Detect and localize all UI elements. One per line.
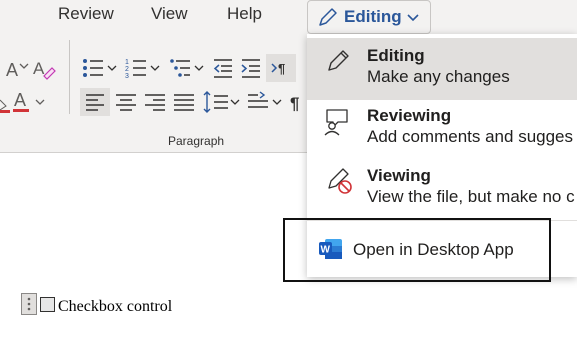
left-to-right-icon: ¶ xyxy=(271,61,285,76)
shrink-font-icon[interactable]: A xyxy=(4,58,30,80)
bullets-icon[interactable] xyxy=(80,55,120,81)
menu-item-title: Editing xyxy=(367,46,425,65)
justify-icon[interactable] xyxy=(172,88,196,116)
ribbon-group-divider xyxy=(69,40,70,114)
tab-view[interactable]: View xyxy=(151,4,188,24)
menu-item-description: Make any changes xyxy=(367,67,510,86)
menu-item-description: View the file, but make no c xyxy=(367,187,575,206)
ribbon-tab-bar: Review View Help xyxy=(0,0,577,34)
menu-item-reviewing[interactable]: Reviewing Add comments and sugges xyxy=(307,98,577,160)
viewing-icon xyxy=(328,168,352,194)
ltr-direction-button[interactable]: ¶ xyxy=(266,54,296,82)
svg-text:¶: ¶ xyxy=(278,61,285,76)
align-left-icon xyxy=(86,94,104,111)
numbering-icon[interactable]: 1 2 3 xyxy=(124,55,164,81)
align-right-icon[interactable] xyxy=(143,88,167,116)
highlight-color-icon[interactable] xyxy=(0,92,10,114)
paragraph-group-label: Paragraph xyxy=(168,134,225,148)
multilevel-list-icon[interactable] xyxy=(168,55,208,81)
highlight-annotation-box xyxy=(283,218,551,282)
content-control-handle[interactable] xyxy=(21,293,37,315)
font-color-icon[interactable]: A xyxy=(12,88,56,116)
show-paragraph-marks-icon[interactable]: ¶ xyxy=(289,90,305,114)
menu-item-editing[interactable]: Editing Make any changes xyxy=(307,38,577,100)
menu-item-description: Add comments and sugges xyxy=(367,127,574,146)
checkbox-control[interactable] xyxy=(40,297,55,312)
reviewing-icon xyxy=(324,109,348,136)
align-left-button[interactable] xyxy=(80,88,110,116)
chevron-down-icon xyxy=(407,14,419,22)
svg-text:1: 1 xyxy=(125,59,129,66)
checkbox-control-label: Checkbox control xyxy=(58,298,173,315)
pencil-icon xyxy=(328,50,349,71)
editing-mode-button[interactable]: Editing xyxy=(307,0,431,34)
decrease-indent-icon[interactable] xyxy=(211,56,235,80)
tab-help[interactable]: Help xyxy=(227,4,262,24)
editing-mode-label: Editing xyxy=(344,7,402,26)
svg-text:¶: ¶ xyxy=(290,94,299,113)
svg-text:3: 3 xyxy=(125,73,129,80)
drag-handle-icon xyxy=(27,297,31,311)
svg-text:2: 2 xyxy=(125,66,129,73)
line-spacing-icon[interactable] xyxy=(202,88,242,116)
menu-item-title: Viewing xyxy=(367,166,431,185)
pencil-icon xyxy=(319,8,337,26)
svg-text:A: A xyxy=(33,59,45,78)
menu-item-title: Reviewing xyxy=(367,106,452,125)
paragraph-spacing-icon[interactable] xyxy=(246,88,286,116)
svg-text:A: A xyxy=(6,60,18,80)
align-center-icon[interactable] xyxy=(114,88,138,116)
menu-item-viewing[interactable]: Viewing View the file, but make no c xyxy=(307,158,577,220)
svg-text:A: A xyxy=(14,90,26,110)
clear-formatting-icon[interactable]: A xyxy=(32,56,56,80)
increase-indent-icon[interactable] xyxy=(239,56,263,80)
tab-review[interactable]: Review xyxy=(58,4,114,24)
